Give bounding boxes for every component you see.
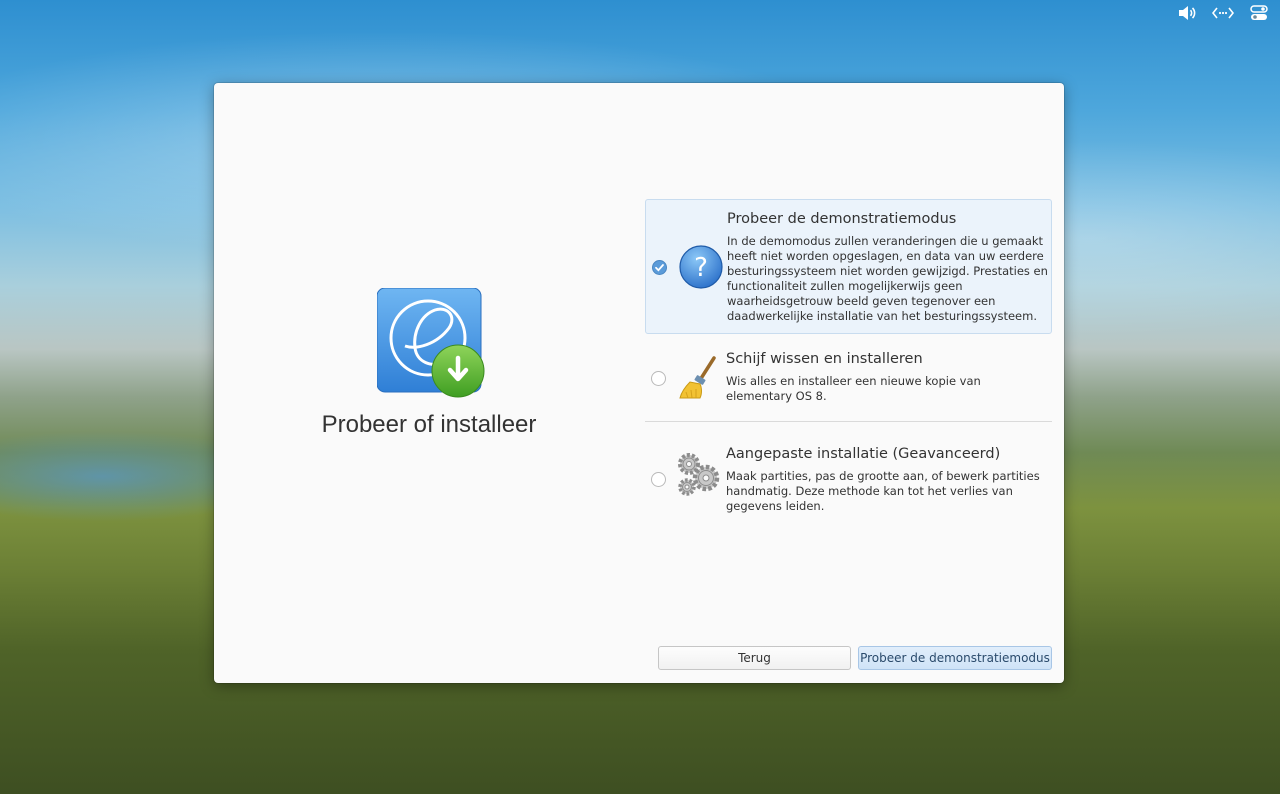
volume-icon[interactable] bbox=[1176, 3, 1198, 23]
system-toggle-icon[interactable] bbox=[1248, 3, 1270, 23]
gears-icon bbox=[676, 452, 724, 500]
install-options: ? Probeer de demonstratiemodus In de dem… bbox=[645, 199, 1052, 530]
option-description: In de demomodus zullen veranderingen die… bbox=[727, 234, 1048, 323]
help-icon: ? bbox=[677, 243, 725, 291]
option-title: Schijf wissen en installeren bbox=[726, 351, 923, 367]
page-title: Probeer of installeer bbox=[321, 411, 537, 438]
network-icon[interactable] bbox=[1212, 3, 1234, 23]
option-custom-install[interactable]: Aangepaste installatie (Geavanceerd) Maa… bbox=[645, 438, 1052, 530]
radio-erase-install[interactable] bbox=[651, 371, 666, 386]
option-description: Wis alles en installeer een nieuwe kopie… bbox=[726, 374, 981, 403]
broom-icon bbox=[676, 354, 724, 402]
intro-pane: Probeer of installeer bbox=[214, 83, 644, 683]
option-divider bbox=[645, 421, 1052, 422]
radio-try-demo[interactable] bbox=[652, 260, 667, 275]
radio-custom-install[interactable] bbox=[651, 472, 666, 487]
option-try-demo[interactable]: ? Probeer de demonstratiemodus In de dem… bbox=[645, 199, 1052, 334]
back-button[interactable]: Terug bbox=[658, 646, 851, 670]
system-tray bbox=[1176, 0, 1280, 26]
option-erase-install[interactable]: Schijf wissen en installeren Wis alles e… bbox=[645, 344, 1052, 424]
installer-dialog: Probeer of installeer ? Probeer de demon… bbox=[214, 83, 1064, 683]
option-title: Probeer de demonstratiemodus bbox=[727, 211, 957, 227]
option-description: Maak partities, pas de grootte aan, of b… bbox=[726, 469, 1040, 513]
elementary-installer-logo bbox=[376, 287, 487, 398]
option-title: Aangepaste installatie (Geavanceerd) bbox=[726, 446, 1001, 462]
try-demo-button[interactable]: Probeer de demonstratiemodus bbox=[858, 646, 1052, 670]
svg-text:?: ? bbox=[694, 253, 708, 283]
